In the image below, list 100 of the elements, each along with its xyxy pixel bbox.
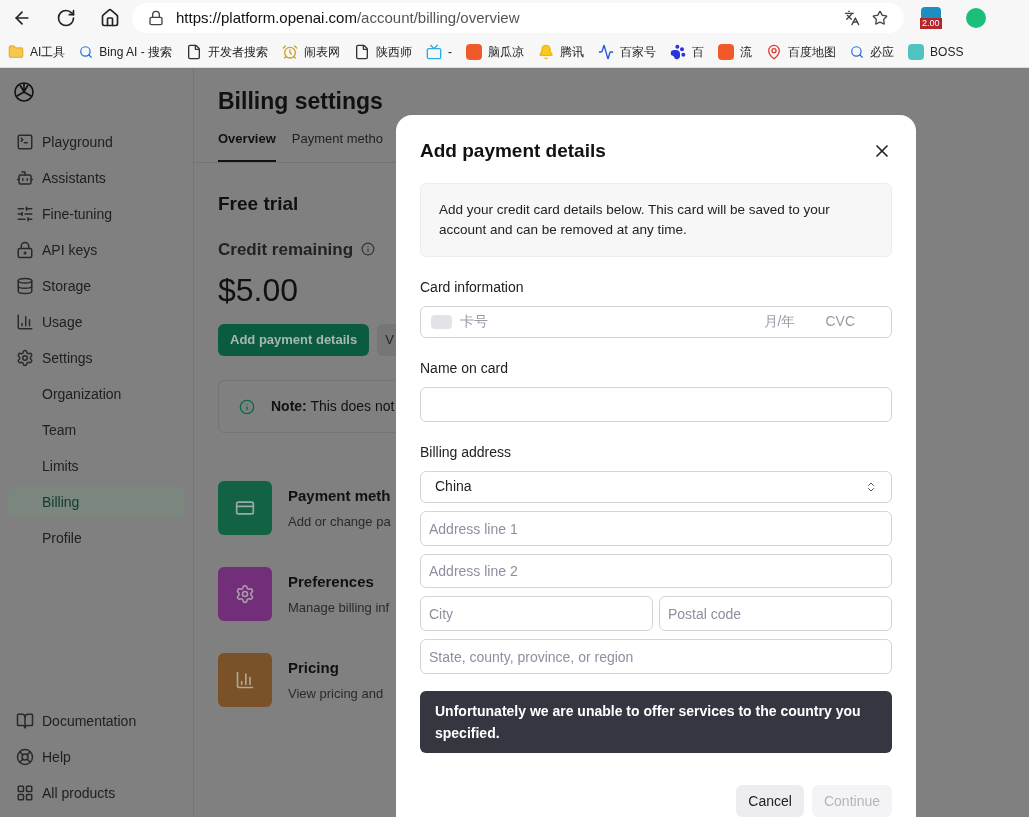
card-icon [235, 498, 255, 518]
logo-icon [466, 43, 483, 60]
map-pin-icon [766, 43, 783, 60]
country-select[interactable]: China [420, 470, 892, 504]
input-field[interactable]: State, county, province, or region [420, 639, 892, 674]
input-field[interactable]: Postal code [659, 596, 892, 632]
info-icon [239, 398, 255, 415]
card-number-placeholder: 卡号 [460, 312, 488, 332]
card-description: Add or change pa [288, 512, 391, 531]
extension-icon[interactable] [920, 7, 941, 18]
search-icon [79, 44, 94, 59]
card-title: Payment meth [288, 486, 391, 506]
plan-heading: Free trial [218, 192, 300, 216]
settings-icon [235, 584, 255, 604]
nav-icon [16, 748, 34, 766]
input-field[interactable]: Address line 2 [420, 553, 892, 589]
cancel-button[interactable]: Cancel [736, 785, 804, 817]
add-payment-button[interactable]: Add payment details [218, 324, 370, 356]
sidebar-item[interactable]: API keys [8, 234, 185, 266]
tab[interactable]: Payment metho [291, 128, 383, 162]
nav-icon [16, 349, 34, 367]
sidebar-item[interactable]: Profile [8, 522, 185, 554]
card-tile[interactable] [218, 567, 272, 621]
chart-icon [235, 670, 255, 690]
nav-icon [16, 205, 34, 223]
note-text: Note: This does not [271, 397, 395, 416]
nav-icon [16, 784, 34, 802]
bookmark-link[interactable]: 百 [692, 42, 705, 61]
sidebar-item[interactable]: Organization [8, 378, 185, 410]
sidebar-item[interactable]: Documentation [8, 705, 185, 737]
paw-icon [670, 43, 687, 60]
bookmark-link[interactable]: Bing AI - 搜索 [99, 42, 173, 61]
sidebar-item[interactable]: Fine-tuning [8, 198, 185, 230]
translate-icon[interactable] [844, 10, 860, 26]
reload-icon[interactable] [56, 8, 76, 28]
input-field[interactable] [420, 387, 892, 422]
sidebar-item[interactable]: Team [8, 414, 185, 446]
card-description: View pricing and [288, 684, 384, 703]
secondary-button[interactable]: V [377, 324, 396, 356]
sidebar-item[interactable]: Settings [8, 342, 185, 374]
address-bar[interactable]: https://platform.openai.com/account/billing/overview [132, 3, 904, 33]
credit-label: Credit remaining [218, 238, 354, 261]
bookmark-link[interactable]: BOSS [930, 42, 964, 61]
favorite-icon[interactable] [872, 10, 888, 26]
bookmark-link[interactable]: 脑瓜凉 [488, 42, 525, 61]
bookmark-link[interactable]: AI工具 [30, 42, 66, 61]
sidebar-item[interactable]: Assistants [8, 162, 185, 194]
card-input[interactable]: 卡号 月/年 CVC [420, 305, 892, 339]
nav-icon [16, 241, 34, 259]
sidebar-item[interactable]: Playground [8, 126, 185, 158]
info-message: Add your credit card details below. This card will be saved to your account and can be removed at any time. [420, 182, 892, 257]
nav-icon [16, 277, 34, 295]
cvc-placeholder: CVC [825, 312, 855, 332]
bookmark-link[interactable]: 流 [740, 42, 753, 61]
bookmark-link[interactable]: 开发者搜索 [208, 42, 269, 61]
nav-icon [16, 169, 34, 187]
field-label: Name on card [420, 359, 509, 379]
tv-icon [426, 43, 443, 60]
bookmark-link[interactable]: 腾讯 [560, 42, 585, 61]
extension-badge: 2.00 [920, 18, 942, 29]
input-field[interactable]: City [420, 596, 653, 632]
expiry-placeholder: 月/年 [763, 312, 796, 332]
card-title: Preferences [288, 572, 375, 592]
sidebar-item[interactable]: Billing [8, 486, 185, 518]
sidebar-item[interactable]: Usage [8, 306, 185, 338]
bookmark-link[interactable]: 百度地图 [788, 42, 837, 61]
sidebar-item[interactable]: Storage [8, 270, 185, 302]
card-description: Manage billing inf [288, 598, 390, 617]
home-icon[interactable] [100, 8, 120, 28]
url-text: https://platform.openai.com/account/billing/overview [176, 7, 520, 28]
folder-icon [8, 43, 24, 60]
sidebar-item[interactable]: Limits [8, 450, 185, 482]
card-title: Pricing [288, 658, 340, 678]
nav-icon [16, 133, 34, 151]
bell-icon [538, 43, 555, 60]
page-icon [186, 43, 203, 60]
page-icon [354, 43, 371, 60]
card-tile[interactable] [218, 653, 272, 707]
sidebar-item[interactable]: Help [8, 741, 185, 773]
bookmark-link[interactable]: 闹表网 [304, 42, 341, 61]
bookmark-link[interactable]: 必应 [870, 42, 895, 61]
lock-icon [148, 10, 164, 26]
select-icon [865, 480, 877, 493]
sidebar-item[interactable]: All products [8, 777, 185, 809]
bookmark-link[interactable]: 陕西师 [376, 42, 413, 61]
clock-icon [282, 43, 299, 60]
input-field[interactable]: Address line 1 [420, 511, 892, 546]
dialog-title: Add payment details [420, 139, 606, 163]
page-title: Billing settings [218, 87, 384, 116]
search-icon [850, 44, 865, 59]
card-tile[interactable] [218, 481, 272, 535]
logo-icon [718, 43, 735, 60]
field-label: Billing address [420, 442, 513, 462]
bookmark-link[interactable]: 百家号 [620, 42, 657, 61]
card-icon [431, 314, 452, 329]
nav-icon [16, 712, 34, 730]
field-label: Card information [420, 277, 525, 297]
bookmark-link[interactable]: - [448, 42, 453, 61]
tab[interactable]: Overview [218, 128, 276, 162]
credit-amount: $5.00 [218, 271, 300, 310]
